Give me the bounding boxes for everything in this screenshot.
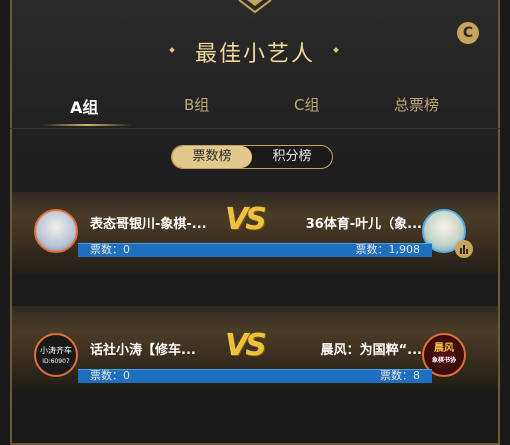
left-contestant-name: 表态哥银川-象棋-...	[90, 217, 207, 232]
left-contestant-avatar[interactable]: 小涛齐车 ID:60907	[34, 333, 78, 377]
vote-bar: 票数：0 票数：8	[78, 369, 432, 383]
avatar-logo-text: 晨风	[434, 343, 454, 354]
bar-chart-icon[interactable]	[455, 240, 473, 258]
match-card-2[interactable]: 小涛齐车 ID:60907 话社小涛【修车... VS 晨风：为国粹“... 晨…	[12, 306, 498, 390]
right-vote-count: 票数：8	[380, 369, 420, 382]
right-contestant-name: 36体育-叶儿（象...	[305, 217, 422, 232]
left-contestant-name: 话社小涛【修车...	[90, 343, 196, 358]
left-vote-count: 票数：0	[90, 369, 130, 382]
votes-ranking-button[interactable]: 票数榜	[172, 146, 252, 168]
tab-c-group[interactable]: C组	[294, 94, 319, 115]
avatar-id-text: ID:60907	[42, 358, 70, 365]
page-title: 最佳小艺人	[194, 42, 315, 67]
right-vote-count: 票数：1,908	[355, 243, 421, 256]
versus-icon: VS	[225, 202, 267, 237]
avatar-sub-text: 象棋书协	[431, 357, 456, 364]
tab-total-votes[interactable]: 总票榜	[394, 94, 439, 115]
tab-b-group[interactable]: B组	[184, 94, 209, 115]
ranking-toggle: 票数榜 积分榜	[171, 145, 333, 169]
match-card-1[interactable]: 表态哥银川-象棋-... VS 36体育-叶儿（象... 票数：0 票数：1,9…	[12, 192, 498, 276]
right-contestant-name: 晨风：为国粹“...	[320, 343, 422, 358]
top-ornament-icon	[238, 0, 272, 14]
left-contestant-avatar[interactable]	[34, 209, 78, 253]
tab-a-group[interactable]: A组	[70, 94, 98, 118]
vote-bar: 票数：0 票数：1,908	[78, 243, 432, 257]
versus-icon: VS	[225, 328, 267, 363]
left-vote-count: 票数：0	[90, 243, 130, 256]
tabs-divider	[10, 128, 500, 129]
avatar-logo-text: 小涛齐车	[40, 346, 72, 355]
active-tab-indicator	[42, 124, 132, 126]
group-tabs: A组 B组 C组 总票榜	[10, 80, 500, 128]
points-ranking-button[interactable]: 积分榜	[252, 146, 332, 168]
